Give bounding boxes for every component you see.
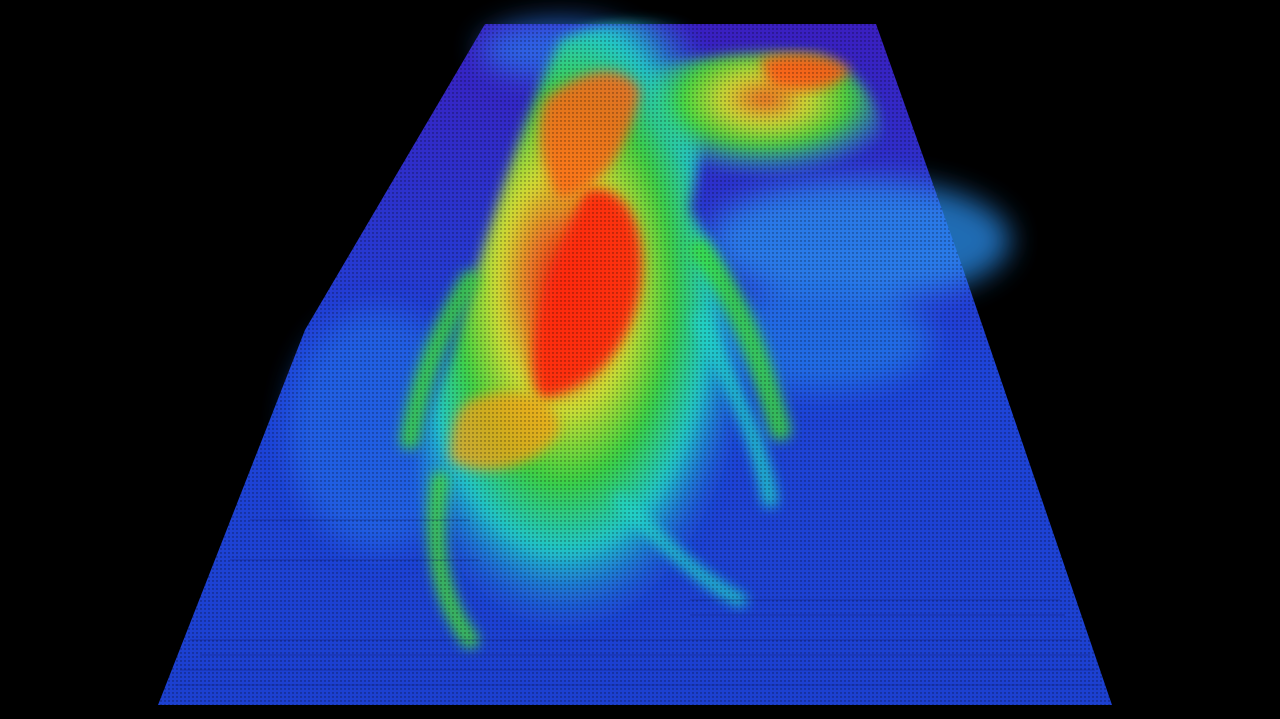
terrain-svg	[0, 0, 1280, 719]
